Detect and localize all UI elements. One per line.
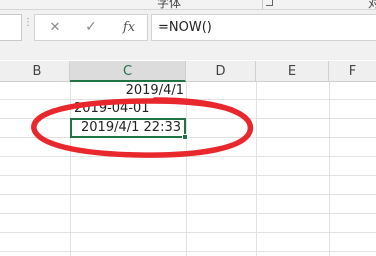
insert-function-button[interactable]: fx [115, 15, 143, 40]
grid-line [329, 82, 330, 256]
grid-line [0, 99, 376, 100]
ribbon-separator [262, 0, 263, 9]
cell-c1[interactable]: 2019/4/1 [70, 82, 184, 99]
column-header-d[interactable]: D [186, 61, 256, 82]
column-header-e[interactable]: E [256, 61, 329, 82]
name-box[interactable] [0, 14, 22, 41]
grid-line [0, 118, 376, 119]
column-header-b[interactable]: B [5, 61, 70, 82]
grid-line [0, 175, 376, 176]
grid-line [0, 194, 376, 195]
resize-grip-icon[interactable]: ⋮ [23, 21, 25, 35]
grid-line [70, 82, 71, 256]
column-header-f[interactable]: F [329, 61, 376, 82]
grid-line [0, 232, 376, 233]
alignment-group-label: 对 [368, 0, 376, 10]
formula-buttons: ✕ ✓ fx [34, 14, 148, 41]
cell-c3-value: 2019/4/1 22:33 [81, 120, 181, 136]
grid-line [0, 156, 376, 157]
fill-handle[interactable] [182, 134, 188, 140]
ribbon-strip: 字体 对 [0, 0, 376, 10]
grid-line [186, 82, 187, 256]
font-dialog-launcher-icon[interactable] [266, 0, 273, 6]
column-header-c[interactable]: C [70, 61, 186, 82]
grid-line [0, 137, 376, 138]
font-group-label: 字体 [157, 0, 181, 10]
grid-line [0, 251, 376, 252]
cell-c2[interactable]: 2019-04-01 [74, 100, 150, 117]
formula-input[interactable]: =NOW() [151, 14, 376, 41]
active-cell-c3[interactable]: 2019/4/1 22:33 [70, 118, 186, 138]
grid-line [256, 82, 257, 256]
grid-line [0, 213, 376, 214]
cancel-icon[interactable]: ✕ [43, 15, 67, 40]
enter-check-icon[interactable]: ✓ [79, 15, 103, 40]
